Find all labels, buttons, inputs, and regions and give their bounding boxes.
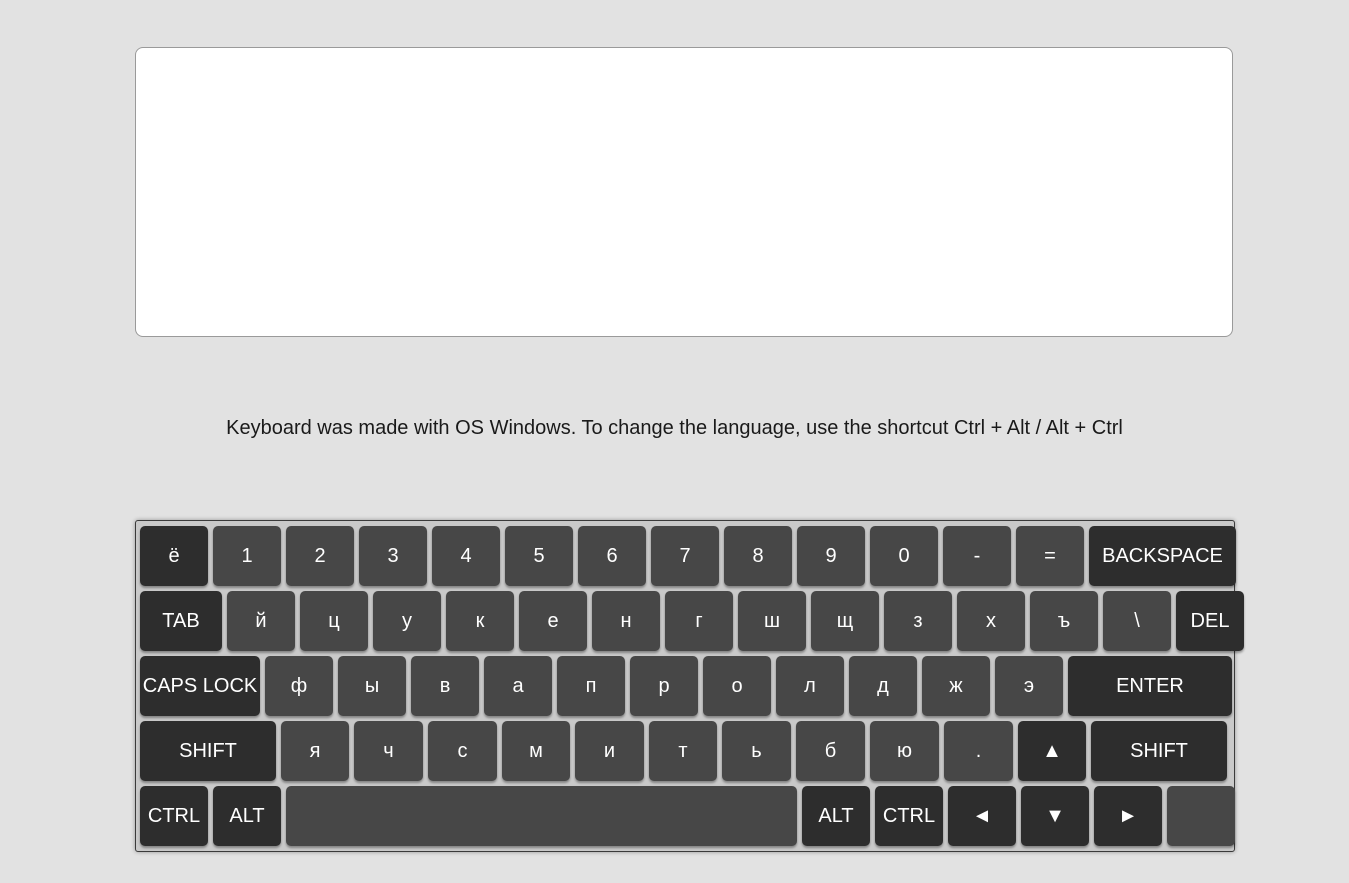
key-4[interactable]: 4 bbox=[432, 526, 500, 586]
key-i[interactable]: и bbox=[575, 721, 644, 781]
key-tab[interactable]: TAB bbox=[140, 591, 222, 651]
key-shift-left[interactable]: SHIFT bbox=[140, 721, 276, 781]
key-u[interactable]: у bbox=[373, 591, 441, 651]
key-p[interactable]: п bbox=[557, 656, 625, 716]
key-hard-sign[interactable]: ъ bbox=[1030, 591, 1098, 651]
key-caps-lock[interactable]: CAPS LOCK bbox=[140, 656, 260, 716]
key-9[interactable]: 9 bbox=[797, 526, 865, 586]
key-ch[interactable]: ч bbox=[354, 721, 423, 781]
key-equal[interactable]: = bbox=[1016, 526, 1084, 586]
key-e[interactable]: э bbox=[995, 656, 1063, 716]
key-backspace[interactable]: BACKSPACE bbox=[1089, 526, 1236, 586]
key-ts[interactable]: ц bbox=[300, 591, 368, 651]
key-r[interactable]: р bbox=[630, 656, 698, 716]
key-soft-sign[interactable]: ь bbox=[722, 721, 791, 781]
key-v[interactable]: в bbox=[411, 656, 479, 716]
key-l[interactable]: л bbox=[776, 656, 844, 716]
key-z[interactable]: з bbox=[884, 591, 952, 651]
key-m[interactable]: м bbox=[502, 721, 570, 781]
key-ya[interactable]: я bbox=[281, 721, 349, 781]
key-6[interactable]: 6 bbox=[578, 526, 646, 586]
arrow-left-icon[interactable]: ◄ bbox=[948, 786, 1016, 846]
key-5[interactable]: 5 bbox=[505, 526, 573, 586]
key-alt-left[interactable]: ALT bbox=[213, 786, 281, 846]
key-d[interactable]: д bbox=[849, 656, 917, 716]
key-7[interactable]: 7 bbox=[651, 526, 719, 586]
key-s[interactable]: с bbox=[428, 721, 497, 781]
key-f[interactable]: ф bbox=[265, 656, 333, 716]
key-y[interactable]: ы bbox=[338, 656, 406, 716]
key-0[interactable]: 0 bbox=[870, 526, 938, 586]
key-2[interactable]: 2 bbox=[286, 526, 354, 586]
key-ye[interactable]: е bbox=[519, 591, 587, 651]
key-g[interactable]: г bbox=[665, 591, 733, 651]
key-sh[interactable]: ш bbox=[738, 591, 806, 651]
language-hint: Keyboard was made with OS Windows. To ch… bbox=[226, 417, 1123, 439]
keyboard-row: SHIFT я ч с м и т ь б ю. ▲ SHIFT bbox=[140, 721, 1230, 781]
key-yo[interactable]: ё bbox=[140, 526, 208, 586]
key-1[interactable]: 1 bbox=[213, 526, 281, 586]
arrow-down-icon[interactable]: ▼ bbox=[1021, 786, 1089, 846]
key-o[interactable]: о bbox=[703, 656, 771, 716]
key-minus[interactable]: - bbox=[943, 526, 1011, 586]
keyboard-row: ё 1 2 3 4 5 6 7 8 9 0- = BACKSPACE bbox=[140, 526, 1236, 586]
key-shch[interactable]: щ bbox=[811, 591, 879, 651]
key-space[interactable] bbox=[286, 786, 797, 846]
key-shift-right[interactable]: SHIFT bbox=[1091, 721, 1227, 781]
key-a[interactable]: а bbox=[484, 656, 552, 716]
key-blank[interactable] bbox=[1167, 786, 1235, 846]
keyboard-row: TAB й ц у к е н г ш щ з х ъ \ DEL bbox=[140, 591, 1244, 651]
key-ctrl-right[interactable]: CTRL bbox=[875, 786, 943, 846]
key-period[interactable]: . bbox=[944, 721, 1013, 781]
key-t[interactable]: т bbox=[649, 721, 717, 781]
arrow-right-icon[interactable]: ► bbox=[1094, 786, 1162, 846]
key-zh[interactable]: ж bbox=[922, 656, 990, 716]
key-alt-right[interactable]: ALT bbox=[802, 786, 870, 846]
key-del[interactable]: DEL bbox=[1176, 591, 1244, 651]
key-ctrl-left[interactable]: CTRL bbox=[140, 786, 208, 846]
key-enter[interactable]: ENTER bbox=[1068, 656, 1232, 716]
key-3[interactable]: 3 bbox=[359, 526, 427, 586]
key-n[interactable]: н bbox=[592, 591, 660, 651]
key-8[interactable]: 8 bbox=[724, 526, 792, 586]
arrow-up-icon[interactable]: ▲ bbox=[1018, 721, 1086, 781]
key-b[interactable]: б bbox=[796, 721, 865, 781]
key-i-short[interactable]: й bbox=[227, 591, 295, 651]
keyboard-row: CAPS LOCK ф ы в а п р о л д ж э ENTER bbox=[140, 656, 1232, 716]
key-kh[interactable]: х bbox=[957, 591, 1025, 651]
key-yu[interactable]: ю bbox=[870, 721, 939, 781]
virtual-keyboard: ё 1 2 3 4 5 6 7 8 9 0- = BACKSPACE TAB й ц у к е н г ш щ з х ъ \ DE… bbox=[135, 520, 1244, 852]
keyboard-row: CTRL ALT ALT CTRL ◄ ▼ ► bbox=[140, 786, 1235, 846]
key-backslash[interactable]: \ bbox=[1103, 591, 1171, 651]
key-k[interactable]: к bbox=[446, 591, 514, 651]
text-output-area[interactable] bbox=[135, 47, 1233, 337]
